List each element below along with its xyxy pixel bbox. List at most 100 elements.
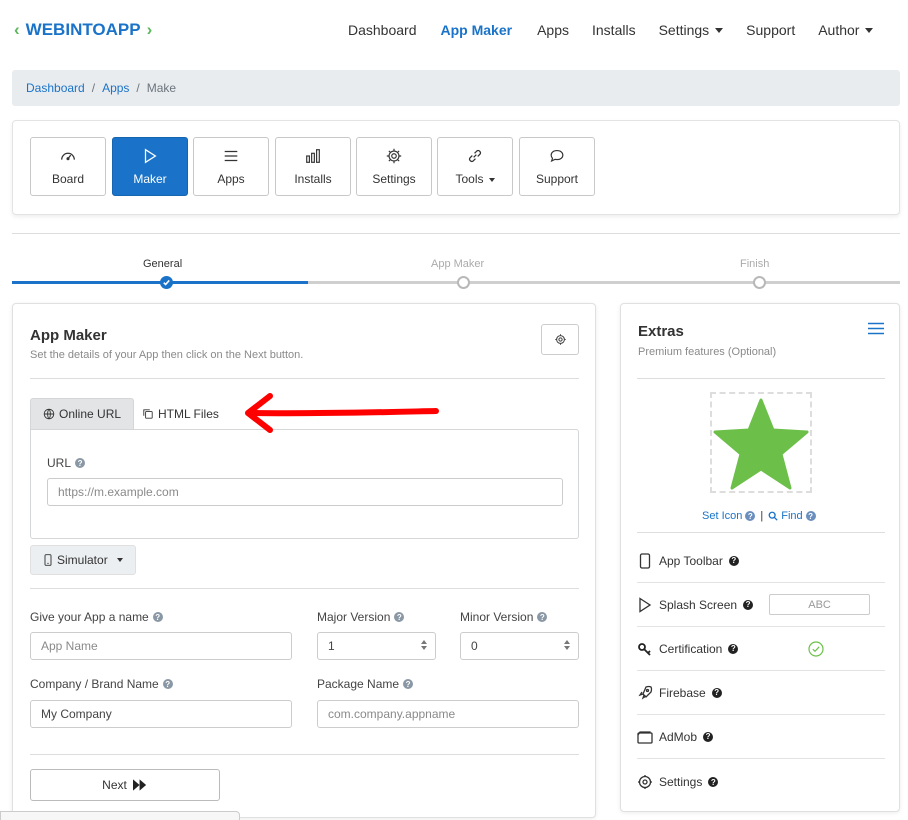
extras-row-admob[interactable]: AdMob ? bbox=[637, 715, 885, 759]
help-icon[interactable]: ? bbox=[403, 679, 414, 689]
gear-icon bbox=[638, 775, 652, 789]
help-icon[interactable]: ? bbox=[152, 612, 163, 622]
simulator-label: Simulator bbox=[57, 553, 108, 567]
copy-icon bbox=[143, 408, 153, 419]
nav-installs[interactable]: Installs bbox=[592, 22, 636, 38]
help-icon[interactable]: ? bbox=[745, 511, 756, 521]
toolbar-support-button[interactable]: Support bbox=[519, 137, 595, 196]
package-name-label: Package Name ? bbox=[317, 677, 414, 691]
tab-html-files[interactable]: HTML Files bbox=[142, 398, 219, 429]
nav-settings[interactable]: Settings bbox=[659, 22, 724, 38]
bar-chart-icon bbox=[306, 149, 320, 163]
help-icon[interactable]: ? bbox=[708, 777, 719, 787]
next-button[interactable]: Next bbox=[30, 769, 220, 801]
chevron-left-icon: ‹ bbox=[14, 20, 20, 39]
card-settings-button[interactable] bbox=[541, 324, 579, 355]
link-icon bbox=[469, 150, 481, 162]
step-general-dot bbox=[160, 276, 173, 289]
help-icon[interactable]: ? bbox=[728, 643, 739, 654]
card-subtitle: Set the details of your App then click o… bbox=[30, 349, 304, 361]
play-icon bbox=[144, 148, 157, 164]
card-divider bbox=[30, 754, 579, 755]
number-spinner[interactable] bbox=[564, 640, 570, 650]
app-name-placeholder: App Name bbox=[41, 639, 98, 653]
breadcrumb-separator: / bbox=[91, 81, 96, 95]
nav-support[interactable]: Support bbox=[746, 22, 795, 38]
tab-online-url[interactable]: Online URL bbox=[30, 398, 135, 429]
extras-row-splash-screen[interactable]: Splash Screen ? ABC bbox=[637, 583, 885, 627]
breadcrumb-dashboard[interactable]: Dashboard bbox=[26, 81, 85, 95]
set-icon-link[interactable]: Set Icon bbox=[702, 510, 742, 522]
top-navigation: Dashboard App Maker Apps Installs Settin… bbox=[348, 22, 874, 38]
url-input[interactable]: https://m.example.com bbox=[47, 478, 563, 506]
toolbar-maker-button[interactable]: Maker bbox=[112, 137, 188, 196]
minor-version-input[interactable]: 0 bbox=[460, 632, 579, 660]
toolbar-tools-button[interactable]: Tools bbox=[437, 137, 513, 196]
help-icon[interactable]: ? bbox=[743, 599, 754, 610]
help-icon[interactable]: ? bbox=[162, 679, 173, 689]
caret-down-icon bbox=[715, 27, 724, 33]
extras-row-app-toolbar[interactable]: App Toolbar ? bbox=[637, 539, 885, 583]
app-name-label: Give your App a name ? bbox=[30, 610, 163, 624]
nav-apps[interactable]: Apps bbox=[537, 22, 569, 38]
package-name-input[interactable]: com.company.appname bbox=[317, 700, 579, 728]
splash-screen-label: Splash Screen bbox=[659, 597, 738, 612]
package-name-label-text: Package Name bbox=[317, 677, 400, 691]
toolbar-settings-button[interactable]: Settings bbox=[356, 137, 432, 196]
splash-text-field[interactable]: ABC bbox=[769, 594, 871, 615]
major-version-value: 1 bbox=[328, 639, 335, 653]
step-finish-label: Finish bbox=[740, 258, 770, 270]
toolbar-installs-button[interactable]: Installs bbox=[275, 137, 351, 196]
wallet-icon bbox=[637, 730, 653, 744]
brand-name-b: INTOAPP bbox=[65, 20, 141, 39]
app-name-label-text: Give your App a name bbox=[30, 610, 149, 624]
gear-icon bbox=[386, 148, 402, 164]
brand-logo[interactable]: ‹ WEBINTOAPP › bbox=[14, 20, 152, 40]
nav-app-maker[interactable]: App Maker bbox=[441, 22, 513, 38]
separator: | bbox=[760, 510, 764, 522]
check-icon bbox=[163, 279, 170, 286]
extras-row-certification[interactable]: Certification ? bbox=[637, 627, 885, 671]
package-name-placeholder: com.company.appname bbox=[328, 707, 456, 721]
phone-icon bbox=[639, 552, 651, 569]
help-icon[interactable]: ? bbox=[537, 612, 548, 622]
app-maker-card: App Maker Set the details of your App th… bbox=[12, 303, 596, 818]
number-spinner[interactable] bbox=[421, 640, 427, 650]
help-icon[interactable]: ? bbox=[703, 731, 714, 742]
help-icon[interactable]: ? bbox=[711, 687, 722, 698]
find-link[interactable]: Find bbox=[781, 510, 802, 522]
extras-subtitle: Premium features (Optional) bbox=[638, 346, 777, 358]
app-icon-placeholder[interactable] bbox=[710, 392, 812, 493]
rocket-icon bbox=[638, 685, 653, 700]
toolbar-apps-label: Apps bbox=[217, 172, 245, 186]
help-icon[interactable]: ? bbox=[805, 511, 816, 521]
breadcrumb-apps[interactable]: Apps bbox=[102, 81, 129, 95]
simulator-button[interactable]: Simulator bbox=[30, 545, 136, 575]
nav-author-label: Author bbox=[818, 22, 860, 38]
app-name-input[interactable]: App Name bbox=[30, 632, 292, 660]
phone-icon bbox=[44, 554, 52, 566]
breadcrumb: Dashboard / Apps / Make bbox=[12, 70, 900, 106]
nav-dashboard[interactable]: Dashboard bbox=[348, 22, 417, 38]
minor-version-value: 0 bbox=[471, 639, 478, 653]
globe-icon bbox=[43, 408, 55, 420]
minor-version-label: Minor Version ? bbox=[460, 610, 548, 624]
extras-row-firebase[interactable]: Firebase ? bbox=[637, 671, 885, 715]
toolbar-maker-label: Maker bbox=[133, 172, 167, 186]
toolbar-board-button[interactable]: Board bbox=[30, 137, 106, 196]
caret-down-icon bbox=[865, 27, 874, 33]
major-version-input[interactable]: 1 bbox=[317, 632, 436, 660]
help-icon[interactable]: ? bbox=[728, 555, 739, 566]
menu-icon[interactable] bbox=[868, 322, 884, 335]
company-label: Company / Brand Name ? bbox=[30, 677, 173, 691]
red-arrow-annotation bbox=[245, 393, 439, 433]
company-input[interactable]: My Company bbox=[30, 700, 292, 728]
extras-divider bbox=[637, 532, 885, 533]
extras-row-settings[interactable]: Settings ? bbox=[637, 760, 885, 804]
help-icon[interactable]: ? bbox=[75, 458, 86, 468]
section-divider bbox=[12, 233, 900, 234]
nav-author[interactable]: Author bbox=[818, 22, 874, 38]
help-icon[interactable]: ? bbox=[394, 612, 405, 622]
certification-label: Certification bbox=[659, 641, 723, 656]
toolbar-apps-button[interactable]: Apps bbox=[193, 137, 269, 196]
